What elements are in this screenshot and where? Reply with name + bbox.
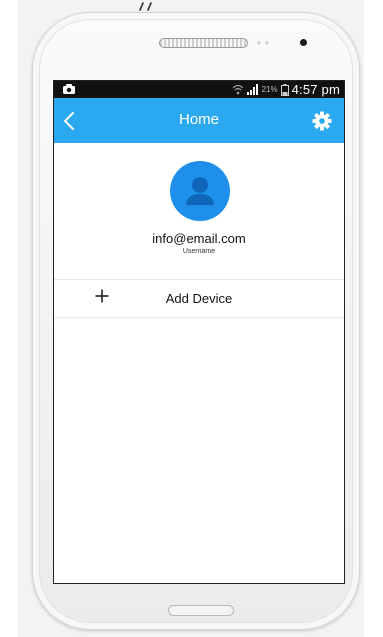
app-bar: Home <box>54 98 344 143</box>
phone-frame: 21% 4:57 pm Home info@email.com Username… <box>32 12 360 630</box>
user-email: info@email.com <box>152 231 246 246</box>
profile-section: info@email.com Username <box>54 143 344 280</box>
home-button[interactable] <box>168 605 234 616</box>
phone-screen: 21% 4:57 pm Home info@email.com Username… <box>53 80 345 584</box>
mockup-canvas: 21% 4:57 pm Home info@email.com Username… <box>0 0 383 637</box>
user-icon <box>186 177 214 205</box>
add-device-label: Add Device <box>165 291 233 306</box>
earpiece-speaker <box>159 38 248 48</box>
username-label: Username <box>182 248 216 255</box>
signal-icon <box>246 84 258 95</box>
sensor-dot <box>257 41 261 45</box>
status-icons: 21% 4:57 pm <box>232 82 340 97</box>
sensor-dot <box>265 41 269 45</box>
front-camera <box>300 39 307 46</box>
wifi-icon <box>232 84 244 95</box>
gear-icon[interactable] <box>312 111 332 131</box>
add-device-button[interactable]: Add Device <box>54 280 344 318</box>
decorative-mark <box>139 2 152 11</box>
status-time: 4:57 pm <box>291 82 340 97</box>
battery-icon <box>280 83 289 96</box>
avatar[interactable] <box>170 161 230 221</box>
battery-percent: 21% <box>261 85 278 94</box>
page-title: Home <box>178 111 219 128</box>
notification-icon <box>63 84 75 94</box>
status-bar: 21% 4:57 pm <box>54 81 344 98</box>
